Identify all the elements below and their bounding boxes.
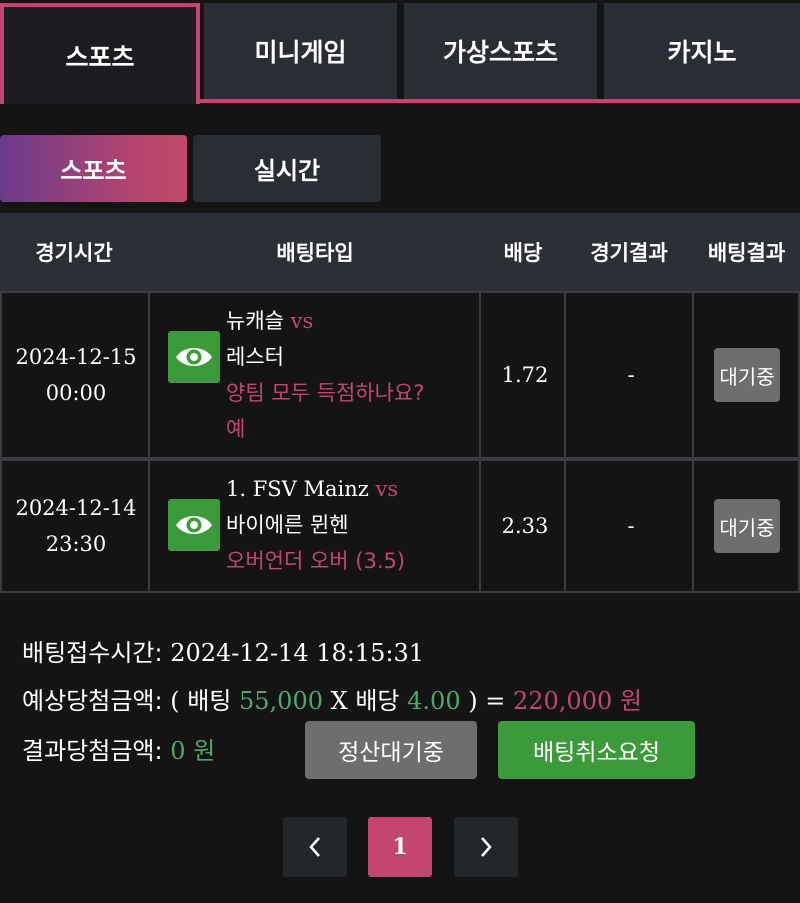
- open-paren: ( 배팅: [170, 687, 232, 715]
- times-odds-label: X 배당: [330, 687, 400, 715]
- odds-value: 1.72: [501, 363, 549, 387]
- tab-virtual-sports[interactable]: 가상스포츠: [404, 3, 597, 99]
- bet-market: 오버언더 오버 (3.5): [226, 549, 406, 573]
- expected-win-line: 예상당첨금액: ( 배팅 55,000 X 배당 4.00 ) = 220,00…: [22, 681, 642, 716]
- match-time: 00:00: [45, 381, 107, 405]
- status-badge: 대기중: [714, 348, 780, 402]
- vs-label: vs: [375, 477, 399, 501]
- received-value: 2024-12-14 18:15:31: [170, 639, 425, 667]
- bet-details: 뉴캐슬 vs 레스터 양팀 모두 득점하나요? 예: [226, 303, 424, 447]
- view-button[interactable]: [168, 499, 220, 551]
- match-date: 2024-12-14: [15, 496, 137, 520]
- match-time-cell: 2024-12-14 23:30: [2, 461, 150, 591]
- match-time-cell: 2024-12-15 00:00: [2, 293, 150, 457]
- table-header: 경기시간 배팅타입 배당 경기결과 배팅결과: [0, 213, 800, 291]
- status-badge: 대기중: [714, 499, 780, 553]
- view-button[interactable]: [168, 331, 220, 383]
- table-row: 2024-12-15 00:00 뉴캐슬 vs 레스터 양팀 모두 득점하나요?…: [0, 291, 800, 459]
- bet-details: 1. FSV Mainz vs 바이에른 뮌헨 오버언더 오버 (3.5): [226, 471, 405, 579]
- received-label: 배팅접수시간:: [22, 639, 163, 667]
- actual-label: 결과당첨금액:: [22, 737, 163, 765]
- eye-icon: [176, 348, 212, 366]
- top-tab-bar: 스포츠 미니게임 가상스포츠 카지노: [0, 0, 800, 104]
- odds-value: 2.33: [501, 514, 549, 538]
- stake-amount: 55,000: [239, 687, 323, 715]
- chevron-right-icon: [481, 837, 492, 857]
- match-result: -: [627, 363, 635, 387]
- match-date: 2024-12-15: [15, 345, 137, 369]
- divider: [479, 461, 481, 591]
- vs-label: vs: [290, 309, 314, 333]
- expected-amount: 220,000 원: [512, 687, 642, 715]
- header-bet-type: 배팅타입: [276, 241, 354, 265]
- home-team: 뉴캐슬: [226, 309, 284, 333]
- header-match-result: 경기결과: [590, 241, 668, 265]
- match-time: 23:30: [45, 532, 107, 556]
- tab-minigame[interactable]: 미니게임: [204, 3, 397, 99]
- page-number-current[interactable]: 1: [368, 817, 432, 877]
- total-odds: 4.00: [407, 687, 461, 715]
- next-page-button[interactable]: [454, 817, 518, 877]
- bet-received-line: 배팅접수시간: 2024-12-14 18:15:31: [22, 633, 424, 668]
- away-team: 바이에른 뮌헨: [226, 513, 349, 537]
- subtab-sports[interactable]: 스포츠: [0, 135, 187, 202]
- expected-label: 예상당첨금액:: [22, 687, 163, 715]
- actual-amount: 0 원: [170, 737, 216, 765]
- away-team: 레스터: [226, 345, 284, 369]
- chevron-left-icon: [309, 837, 320, 857]
- table-row: 2024-12-14 23:30 1. FSV Mainz vs 바이에른 뮌헨…: [0, 459, 800, 593]
- settle-wait-button[interactable]: 정산대기중: [305, 721, 477, 779]
- header-match-time: 경기시간: [35, 241, 113, 265]
- home-team: 1. FSV Mainz: [226, 477, 369, 501]
- eye-icon: [176, 516, 212, 534]
- tab-sports[interactable]: 스포츠: [0, 3, 200, 104]
- cancel-bet-button[interactable]: 배팅취소요청: [498, 721, 695, 779]
- divider: [479, 293, 481, 457]
- match-result: -: [627, 514, 635, 538]
- header-odds: 배당: [503, 241, 543, 265]
- bet-pick: 예: [226, 417, 246, 441]
- bet-market: 양팀 모두 득점하나요?: [226, 381, 425, 405]
- tab-casino[interactable]: 카지노: [604, 3, 800, 99]
- subtab-live[interactable]: 실시간: [193, 135, 381, 202]
- equals-label: ) =: [468, 687, 506, 715]
- prev-page-button[interactable]: [283, 817, 347, 877]
- actual-win-line: 결과당첨금액: 0 원: [22, 731, 215, 766]
- header-bet-result: 배팅결과: [707, 241, 786, 265]
